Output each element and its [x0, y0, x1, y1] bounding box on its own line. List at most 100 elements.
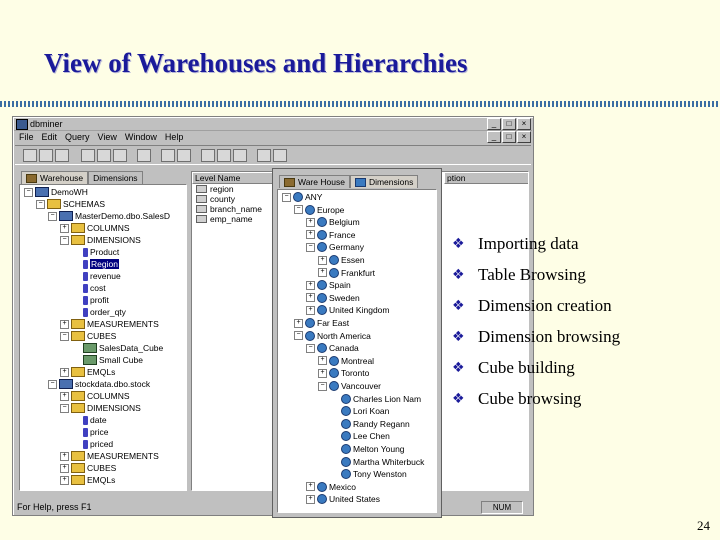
tree-node[interactable]: − ANY: [282, 192, 322, 202]
collapse-icon[interactable]: −: [306, 242, 315, 252]
tree-node[interactable]: + Essen: [318, 255, 365, 265]
open-icon[interactable]: [39, 149, 53, 162]
paste-icon[interactable]: [113, 149, 127, 162]
list-item[interactable]: branch_name: [196, 204, 262, 214]
collapse-icon[interactable]: −: [306, 343, 315, 353]
tree-node[interactable]: + EMQLs: [60, 367, 115, 377]
copy-icon[interactable]: [97, 149, 111, 162]
list-item[interactable]: county: [196, 194, 235, 204]
tree-node[interactable]: + CUBES: [60, 463, 116, 473]
warehouse-tree[interactable]: − DemoWH − SCHEMAS − MasterDemo.dbo.SalesD + CO…: [19, 184, 187, 491]
print-icon[interactable]: [137, 149, 151, 162]
expand-icon[interactable]: +: [60, 319, 69, 329]
expand-icon[interactable]: +: [306, 280, 315, 290]
tree-node[interactable]: Tony Wenston: [330, 469, 407, 480]
menu-edit[interactable]: Edit: [38, 131, 62, 143]
menu-query[interactable]: Query: [61, 131, 94, 143]
tree-node[interactable]: Region: [72, 259, 119, 269]
tree-node[interactable]: Small Cube: [72, 355, 143, 365]
tree-node[interactable]: order_qty: [72, 307, 126, 317]
expand-icon[interactable]: +: [60, 463, 69, 473]
tree-node[interactable]: − DemoWH: [24, 187, 88, 197]
tab-warehouse[interactable]: Warehouse: [21, 171, 89, 184]
doc-restore-button[interactable]: □: [502, 131, 516, 143]
expand-icon[interactable]: +: [306, 494, 315, 504]
tree-node[interactable]: Charles Lion Nam: [330, 393, 421, 404]
minimize-button[interactable]: _: [487, 118, 501, 130]
collapse-icon[interactable]: −: [60, 331, 69, 341]
tree-node[interactable]: priced: [72, 439, 113, 449]
tree-node[interactable]: − DIMENSIONS: [60, 403, 141, 413]
tree-node[interactable]: Melton Young: [330, 444, 405, 454]
collapse-icon[interactable]: −: [60, 235, 69, 245]
list-item[interactable]: emp_name: [196, 214, 253, 224]
tree-node[interactable]: + EMQLs: [60, 475, 115, 485]
tree-node[interactable]: − Vancouver: [318, 381, 381, 391]
new-icon[interactable]: [23, 149, 37, 162]
dimension-icon[interactable]: [201, 149, 215, 162]
tree-node[interactable]: + France: [306, 229, 355, 240]
expand-icon[interactable]: +: [294, 318, 303, 328]
collapse-icon[interactable]: −: [36, 199, 45, 209]
tree-node[interactable]: − Europe: [294, 204, 344, 215]
tree-node[interactable]: + COLUMNS: [60, 391, 130, 401]
expand-icon[interactable]: +: [306, 293, 315, 303]
context-help-icon[interactable]: [273, 149, 287, 162]
menu-help[interactable]: Help: [161, 131, 188, 143]
tree-node[interactable]: price: [72, 427, 108, 437]
tree-node[interactable]: − MasterDemo.dbo.SalesD: [48, 211, 170, 221]
tree-node[interactable]: + Far East: [294, 318, 349, 328]
close-button[interactable]: ×: [517, 118, 531, 130]
tab-dimensions[interactable]: Dimensions: [349, 175, 419, 188]
collapse-icon[interactable]: −: [60, 403, 69, 413]
expand-icon[interactable]: +: [60, 391, 69, 401]
expand-icon[interactable]: +: [306, 230, 315, 240]
tree-node[interactable]: + Spain: [306, 280, 351, 291]
expand-icon[interactable]: +: [318, 356, 327, 366]
tree-node[interactable]: + United States: [306, 494, 380, 505]
tree-node[interactable]: + MEASUREMENTS: [60, 451, 159, 461]
tree-node[interactable]: + Sweden: [306, 292, 360, 303]
tree-node[interactable]: + Toronto: [318, 368, 369, 379]
dimension-tree[interactable]: − ANY − Europe + Belgium + France − Germany + Essen…: [277, 189, 437, 513]
collapse-icon[interactable]: −: [294, 205, 303, 215]
tree-node[interactable]: − Canada: [306, 343, 359, 354]
table-icon[interactable]: [177, 149, 191, 162]
tab-warehouse[interactable]: Ware House: [279, 175, 350, 188]
expand-icon[interactable]: +: [306, 482, 315, 492]
tree-node[interactable]: Randy Regann: [330, 418, 410, 429]
expand-icon[interactable]: +: [318, 268, 327, 278]
tree-node[interactable]: revenue: [72, 271, 121, 281]
tree-node[interactable]: − SCHEMAS: [36, 199, 105, 209]
menu-window[interactable]: Window: [121, 131, 161, 143]
cube-tool-icon[interactable]: [217, 149, 231, 162]
tree-node[interactable]: − Germany: [306, 242, 364, 253]
expand-icon[interactable]: +: [318, 255, 327, 265]
tree-node[interactable]: Lori Koan: [330, 406, 389, 417]
tree-node[interactable]: SalesData_Cube: [72, 343, 163, 353]
save-icon[interactable]: [55, 149, 69, 162]
collapse-icon[interactable]: −: [24, 187, 33, 197]
collapse-icon[interactable]: −: [48, 379, 57, 389]
tree-node[interactable]: Lee Chen: [330, 431, 390, 442]
tree-node[interactable]: Product: [72, 247, 119, 257]
expand-icon[interactable]: +: [306, 217, 315, 227]
tree-node[interactable]: − stockdata.dbo.stock: [48, 379, 150, 389]
menu-view[interactable]: View: [94, 131, 121, 143]
tree-node[interactable]: + Belgium: [306, 217, 360, 228]
expand-icon[interactable]: +: [60, 223, 69, 233]
wand-icon[interactable]: [233, 149, 247, 162]
expand-icon[interactable]: +: [306, 305, 315, 315]
expand-icon[interactable]: +: [60, 367, 69, 377]
tree-node[interactable]: + MEASUREMENTS: [60, 319, 159, 329]
collapse-icon[interactable]: −: [294, 331, 303, 341]
list-item[interactable]: region: [196, 184, 234, 194]
tree-node[interactable]: cost: [72, 283, 106, 293]
menu-file[interactable]: File: [15, 131, 38, 143]
collapse-icon[interactable]: −: [318, 381, 327, 391]
help-icon[interactable]: [257, 149, 271, 162]
tree-node[interactable]: − North America: [294, 330, 371, 341]
collapse-icon[interactable]: −: [48, 211, 57, 221]
cut-icon[interactable]: [81, 149, 95, 162]
description-header[interactable]: ption: [444, 172, 528, 184]
